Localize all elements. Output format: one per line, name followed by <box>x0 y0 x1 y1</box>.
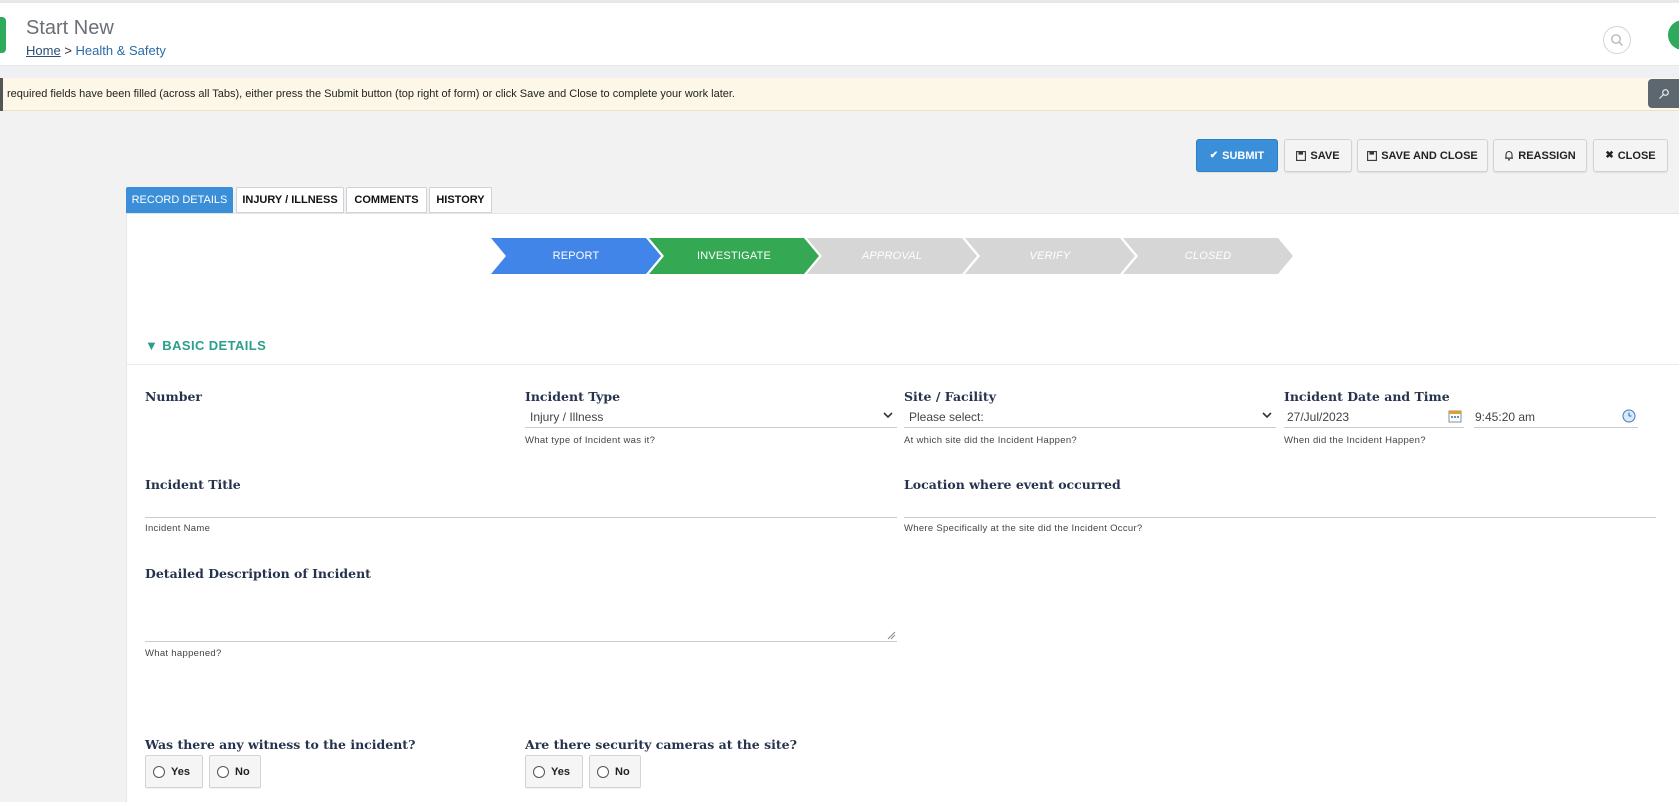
radio-circle-icon <box>153 765 165 778</box>
incident-datetime-help: When did the Incident Happen? <box>1284 435 1426 446</box>
incident-date-value: 27/Jul/2023 <box>1287 409 1350 424</box>
tab-comments[interactable]: COMMENTS <box>346 187 427 213</box>
app-header: Start New Home > Health & Safety <box>0 3 1679 66</box>
cameras-yes-radio[interactable]: Yes <box>525 755 583 788</box>
witness-yes-label: Yes <box>171 765 190 778</box>
location-label: Location where event occurred <box>904 477 1121 492</box>
section-toggle-icon: ▼ <box>145 338 159 353</box>
section-title: BASIC DETAILS <box>162 338 267 353</box>
description-textarea[interactable] <box>145 592 897 642</box>
close-label: CLOSE <box>1617 149 1656 162</box>
reassign-label: REASSIGN <box>1518 149 1576 162</box>
tab-history[interactable]: HISTORY <box>429 187 492 213</box>
pin-icon <box>1658 88 1669 99</box>
radio-circle-icon <box>533 765 545 778</box>
incident-date-input[interactable]: 27/Jul/2023 <box>1284 406 1464 428</box>
number-label: Number <box>145 389 203 404</box>
search-button[interactable] <box>1603 26 1631 54</box>
chevron-down-icon <box>1262 412 1272 419</box>
cameras-yes-label: Yes <box>551 765 570 778</box>
bell-icon <box>1505 151 1514 161</box>
save-label: SAVE <box>1310 149 1340 162</box>
cameras-no-radio[interactable]: No <box>589 755 641 788</box>
save-button[interactable]: SAVE <box>1284 139 1352 172</box>
check-icon: ✔ <box>1209 150 1219 161</box>
calendar-icon[interactable] <box>1448 409 1462 423</box>
radio-circle-icon <box>217 765 229 778</box>
app-logo[interactable] <box>0 17 6 53</box>
notice-banner: required fields have been filled (across… <box>0 78 1679 111</box>
location-help: Where Specifically at the site did the I… <box>904 523 1143 534</box>
incident-type-label: Incident Type <box>525 389 621 404</box>
page-title: Start New <box>26 17 114 39</box>
submit-button[interactable]: ✔ SUBMIT <box>1196 139 1278 172</box>
incident-type-select[interactable]: Injury / Illness <box>525 406 897 428</box>
floppy-icon <box>1367 150 1378 161</box>
save-and-close-label: SAVE AND CLOSE <box>1381 149 1478 162</box>
basic-details-header[interactable]: ▼ BASIC DETAILS <box>145 338 266 353</box>
cameras-no-label: No <box>615 765 630 778</box>
header-gap <box>0 67 1679 78</box>
tab-record-details[interactable]: RECORD DETAILS <box>126 187 233 213</box>
notice-edge <box>0 78 3 111</box>
notice-pin-button[interactable] <box>1648 79 1679 108</box>
site-facility-help: At which site did the Incident Happen? <box>904 435 1078 446</box>
resize-handle-icon[interactable] <box>887 631 896 640</box>
user-avatar[interactable] <box>1668 20 1679 50</box>
tab-injury-illness[interactable]: INJURY / ILLNESS <box>236 187 344 213</box>
reassign-button[interactable]: REASSIGN <box>1493 139 1587 172</box>
breadcrumb: Home > Health & Safety <box>26 43 166 58</box>
close-icon: ✖ <box>1605 150 1614 161</box>
breadcrumb-separator: > <box>64 43 72 58</box>
location-input[interactable] <box>904 496 1656 518</box>
incident-type-help: What type of Incident was it? <box>525 435 656 446</box>
floppy-icon <box>1296 150 1307 161</box>
section-divider <box>126 364 1679 365</box>
incident-datetime-label: Incident Date and Time <box>1284 389 1450 404</box>
save-and-close-button[interactable]: SAVE AND CLOSE <box>1357 139 1488 172</box>
chevron-down-icon <box>883 412 893 419</box>
stage-report: REPORT <box>552 250 600 262</box>
witness-yes-radio[interactable]: Yes <box>145 755 203 788</box>
incident-title-label: Incident Title <box>145 477 241 492</box>
close-button[interactable]: ✖ CLOSE <box>1593 139 1668 172</box>
site-facility-label: Site / Facility <box>904 389 996 404</box>
site-facility-value: Please select: <box>909 409 984 424</box>
incident-title-input[interactable] <box>145 496 897 518</box>
description-help: What happened? <box>145 648 222 659</box>
description-label: Detailed Description of Incident <box>145 566 371 581</box>
clock-icon[interactable] <box>1622 409 1636 423</box>
search-icon <box>1611 34 1623 46</box>
incident-time-value: 9:45:20 am <box>1475 409 1536 424</box>
witness-no-label: No <box>235 765 250 778</box>
notice-text: required fields have been filled (across… <box>7 88 735 100</box>
witness-label: Was there any witness to the incident? <box>145 737 416 752</box>
site-facility-select[interactable]: Please select: <box>904 406 1276 428</box>
incident-title-help: Incident Name <box>145 523 211 534</box>
incident-type-value: Injury / Illness <box>530 409 604 424</box>
stage-approval: APPROVAL <box>861 250 923 262</box>
breadcrumb-current[interactable]: Health & Safety <box>76 43 166 58</box>
witness-no-radio[interactable]: No <box>209 755 261 788</box>
submit-label: SUBMIT <box>1222 149 1265 162</box>
incident-time-input[interactable]: 9:45:20 am <box>1474 406 1638 428</box>
stage-verify: VERIFY <box>1029 250 1071 262</box>
stage-investigate: INVESTIGATE <box>696 250 772 262</box>
stage-closed: CLOSED <box>1184 250 1232 262</box>
radio-circle-icon <box>597 765 609 778</box>
cameras-label: Are there security cameras at the site? <box>525 737 797 752</box>
breadcrumb-home-link[interactable]: Home <box>26 43 61 58</box>
